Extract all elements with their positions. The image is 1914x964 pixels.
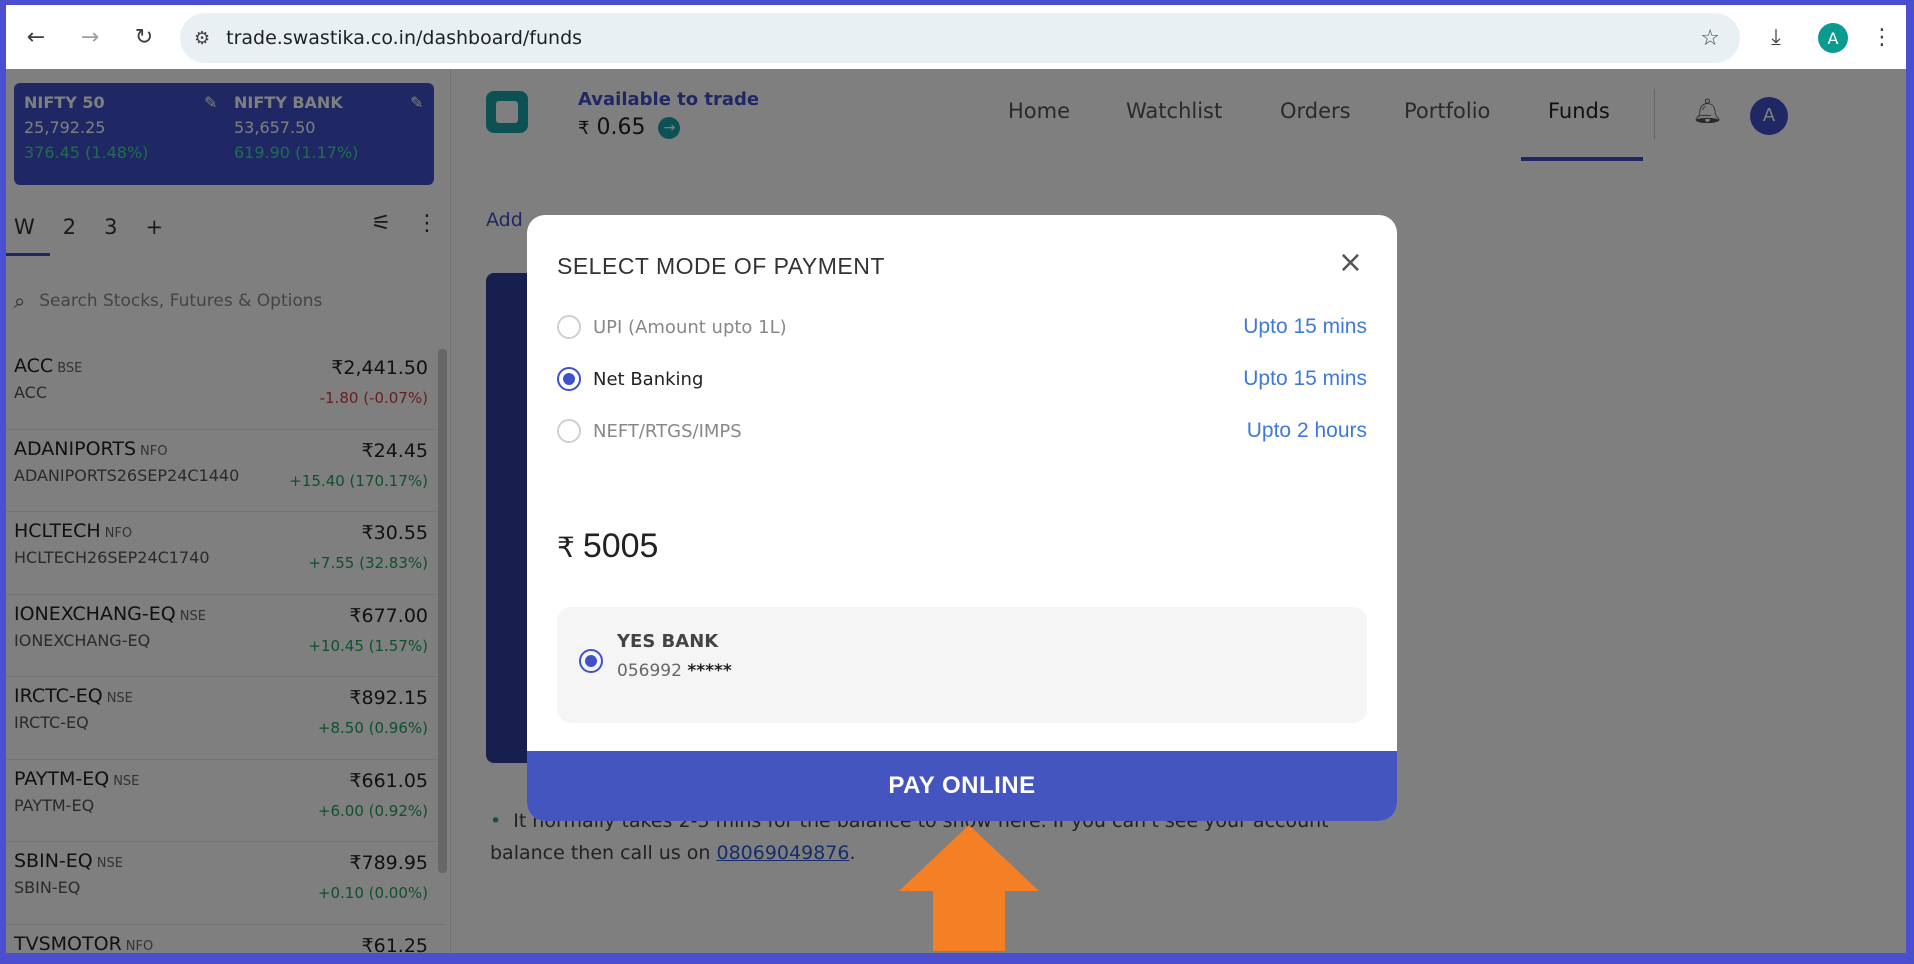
browser-window: ← → ↻ ⚙ trade.swastika.co.in/dashboard/f… <box>6 5 1906 953</box>
payment-option-upi[interactable]: UPI (Amount upto 1L) Upto 15 mins <box>557 307 1367 347</box>
annotation-arrow-icon <box>899 825 1039 891</box>
payment-option-neft[interactable]: NEFT/RTGS/IMPS Upto 2 hours <box>557 411 1367 451</box>
back-arrow-icon[interactable]: ← <box>20 21 52 53</box>
payment-mode-dialog: SELECT MODE OF PAYMENT × UPI (Amount upt… <box>527 215 1397 821</box>
address-bar[interactable]: ⚙ trade.swastika.co.in/dashboard/funds ☆ <box>180 13 1740 63</box>
forward-arrow-icon[interactable]: → <box>74 21 106 53</box>
browser-toolbar: ← → ↻ ⚙ trade.swastika.co.in/dashboard/f… <box>6 5 1906 69</box>
radio-netbanking[interactable] <box>557 367 581 391</box>
close-icon[interactable]: × <box>1338 245 1363 280</box>
url-text: trade.swastika.co.in/dashboard/funds <box>226 27 583 49</box>
browser-profile-avatar[interactable]: A <box>1818 23 1848 53</box>
download-icon[interactable]: ⤓ <box>1760 21 1792 53</box>
radio-upi[interactable] <box>557 315 581 339</box>
pay-online-button[interactable]: PAY ONLINE <box>527 751 1397 821</box>
bank-account-number: 056992 ***** <box>617 661 732 681</box>
payment-amount: ₹5005 <box>557 527 659 565</box>
annotation-arrow-shaft <box>933 889 1005 951</box>
browser-menu-icon[interactable]: ⋮ <box>1866 21 1898 53</box>
reload-icon[interactable]: ↻ <box>128 21 160 53</box>
radio-neft[interactable] <box>557 419 581 443</box>
radio-bank-account[interactable] <box>579 649 603 673</box>
payment-option-netbanking[interactable]: Net Banking Upto 15 mins <box>557 359 1367 399</box>
bank-name: YES BANK <box>617 631 719 652</box>
bank-account-option[interactable]: YES BANK 056992 ***** <box>557 607 1367 723</box>
bookmark-star-icon[interactable]: ☆ <box>1700 26 1720 51</box>
dialog-title: SELECT MODE OF PAYMENT <box>557 253 885 279</box>
site-settings-icon[interactable]: ⚙ <box>194 28 210 49</box>
